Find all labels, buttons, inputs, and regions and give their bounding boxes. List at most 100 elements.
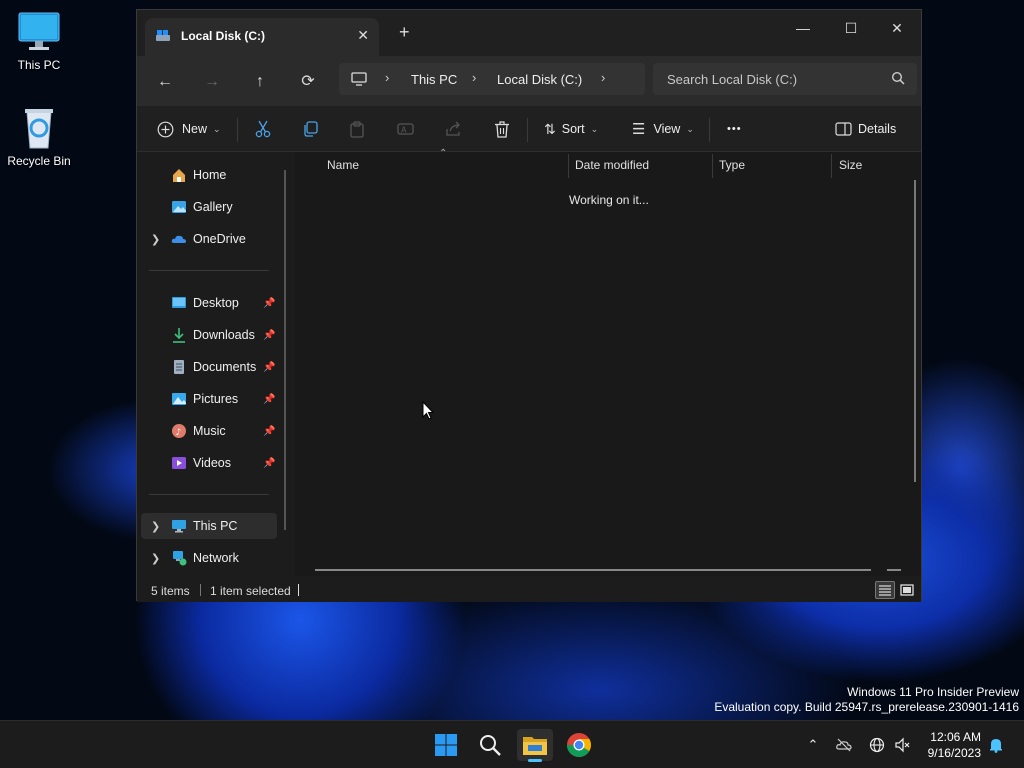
- navigation-pane: Home Gallery ❯ OneDrive Desktop 📌 Downlo…: [137, 152, 287, 576]
- column-divider[interactable]: [831, 154, 832, 178]
- volume-muted-icon[interactable]: [894, 737, 910, 753]
- sidebar-divider: [149, 494, 269, 495]
- copy-button[interactable]: [302, 118, 318, 140]
- delete-button[interactable]: [494, 118, 510, 140]
- title-bar[interactable]: Local Disk (C:) ✕ + — ☐ ✕: [137, 10, 921, 56]
- sidebar-item-gallery[interactable]: Gallery: [141, 194, 277, 220]
- desktop-icon-this-pc[interactable]: This PC: [0, 10, 78, 72]
- sidebar-item-network[interactable]: ❯ Network: [141, 545, 277, 571]
- clipboard-icon: [350, 120, 364, 138]
- address-box[interactable]: › This PC › Local Disk (C:) ›: [339, 63, 645, 95]
- pin-icon[interactable]: 📌: [263, 362, 275, 373]
- sidebar-item-label: Desktop: [193, 296, 239, 310]
- chrome-icon: [566, 733, 591, 758]
- forward-button[interactable]: →: [200, 70, 224, 94]
- sidebar-item-home[interactable]: Home: [141, 162, 277, 188]
- show-hidden-icons-button[interactable]: ⌃: [805, 737, 821, 753]
- details-pane-button[interactable]: Details: [835, 118, 896, 140]
- desktop-icon-label: This PC: [17, 58, 61, 72]
- breadcrumb-local-disk[interactable]: Local Disk (C:): [497, 72, 582, 87]
- more-options-icon: •••: [727, 123, 742, 135]
- horizontal-scrollbar[interactable]: [315, 569, 871, 571]
- column-header-type[interactable]: Type: [719, 158, 745, 172]
- sidebar-item-onedrive[interactable]: ❯ OneDrive: [141, 226, 277, 252]
- breadcrumb-this-pc[interactable]: This PC: [411, 72, 457, 87]
- plus-circle-icon: [157, 121, 174, 137]
- tab-local-disk[interactable]: Local Disk (C:) ✕: [145, 18, 379, 56]
- loading-message: Working on it...: [569, 193, 649, 207]
- details-view-button[interactable]: [875, 581, 895, 599]
- minimize-button[interactable]: —: [781, 16, 825, 40]
- computer-icon: [351, 72, 367, 86]
- search-box[interactable]: Search Local Disk (C:): [653, 63, 917, 95]
- scissors-icon: [255, 120, 271, 138]
- navigation-scrollbar[interactable]: [284, 170, 286, 530]
- details-label: Details: [858, 122, 897, 136]
- this-pc-icon: [17, 10, 61, 54]
- sort-ascending-icon: ⌃: [439, 148, 448, 159]
- pin-icon[interactable]: 📌: [263, 330, 275, 341]
- sidebar-item-downloads[interactable]: Downloads 📌: [141, 322, 277, 348]
- taskbar-chrome[interactable]: [563, 729, 595, 761]
- cut-button[interactable]: [255, 118, 271, 140]
- chevron-right-icon[interactable]: ›: [601, 70, 605, 85]
- sidebar-item-label: Network: [193, 551, 239, 565]
- start-button[interactable]: [430, 729, 462, 761]
- sidebar-item-documents[interactable]: Documents 📌: [141, 354, 277, 380]
- sidebar-item-this-pc[interactable]: ❯ This PC: [141, 513, 277, 539]
- sidebar-item-pictures[interactable]: Pictures 📌: [141, 386, 277, 412]
- toolbar-divider: [237, 118, 238, 142]
- pin-icon[interactable]: 📌: [263, 426, 275, 437]
- onedrive-icon: [171, 235, 186, 243]
- more-options-button[interactable]: •••: [727, 118, 742, 140]
- chevron-right-icon[interactable]: ❯: [151, 552, 160, 565]
- sidebar-item-desktop[interactable]: Desktop 📌: [141, 290, 277, 316]
- watermark-line-2: Evaluation copy. Build 25947.rs_prerelea…: [714, 700, 1019, 714]
- desktop-icon-recycle-bin[interactable]: Recycle Bin: [0, 106, 78, 168]
- onedrive-offline-icon[interactable]: [836, 737, 852, 753]
- chevron-right-icon[interactable]: ❯: [151, 233, 160, 246]
- pin-icon[interactable]: 📌: [263, 298, 275, 309]
- new-button[interactable]: New ⌄: [157, 118, 221, 140]
- taskbar-file-explorer[interactable]: [517, 729, 553, 762]
- column-divider[interactable]: [568, 154, 569, 178]
- pin-icon[interactable]: 📌: [263, 394, 275, 405]
- column-header-name[interactable]: Name: [327, 158, 359, 172]
- svg-text:A: A: [401, 126, 407, 135]
- maximize-button[interactable]: ☐: [829, 16, 873, 40]
- network-globe-icon[interactable]: [869, 737, 885, 753]
- sidebar-item-videos[interactable]: Videos 📌: [141, 450, 277, 476]
- search-input[interactable]: Search Local Disk (C:): [667, 72, 797, 87]
- large-icons-view-button[interactable]: [898, 581, 916, 599]
- column-header-size[interactable]: Size: [839, 158, 862, 172]
- share-button[interactable]: [445, 118, 462, 140]
- sidebar-item-music[interactable]: ♪ Music 📌: [141, 418, 277, 444]
- up-button[interactable]: ↑: [248, 70, 272, 94]
- sort-label: Sort: [561, 122, 585, 136]
- new-tab-button[interactable]: +: [399, 22, 410, 43]
- chevron-right-icon[interactable]: ❯: [151, 520, 160, 533]
- tab-close-button[interactable]: ✕: [357, 27, 369, 44]
- search-icon: [891, 71, 905, 85]
- refresh-button[interactable]: ⟳: [296, 70, 320, 94]
- vertical-scrollbar[interactable]: [914, 180, 916, 482]
- taskbar: ⌃ 12:06 AM 9/16/2023: [0, 720, 1024, 768]
- close-window-button[interactable]: ✕: [875, 16, 919, 40]
- recycle-bin-icon: [17, 106, 61, 150]
- pictures-icon: [172, 393, 186, 405]
- taskbar-search-button[interactable]: [474, 729, 506, 761]
- pin-icon[interactable]: 📌: [263, 458, 275, 469]
- notification-bell-icon[interactable]: [988, 737, 1004, 753]
- system-clock[interactable]: 12:06 AM 9/16/2023: [928, 729, 981, 761]
- search-icon: [480, 735, 501, 756]
- back-button[interactable]: ←: [153, 70, 177, 94]
- view-button[interactable]: ☰ View ⌄: [632, 118, 694, 140]
- documents-icon: [174, 360, 184, 374]
- evaluation-watermark: Windows 11 Pro Insider Preview Evaluatio…: [714, 685, 1019, 715]
- column-header-date-modified[interactable]: Date modified: [575, 158, 649, 172]
- paste-button[interactable]: [349, 118, 365, 140]
- rename-button[interactable]: A: [397, 118, 414, 140]
- sidebar-item-label: Music: [193, 424, 226, 438]
- sort-button[interactable]: ⇅ Sort ⌄: [544, 118, 598, 140]
- column-divider[interactable]: [712, 154, 713, 178]
